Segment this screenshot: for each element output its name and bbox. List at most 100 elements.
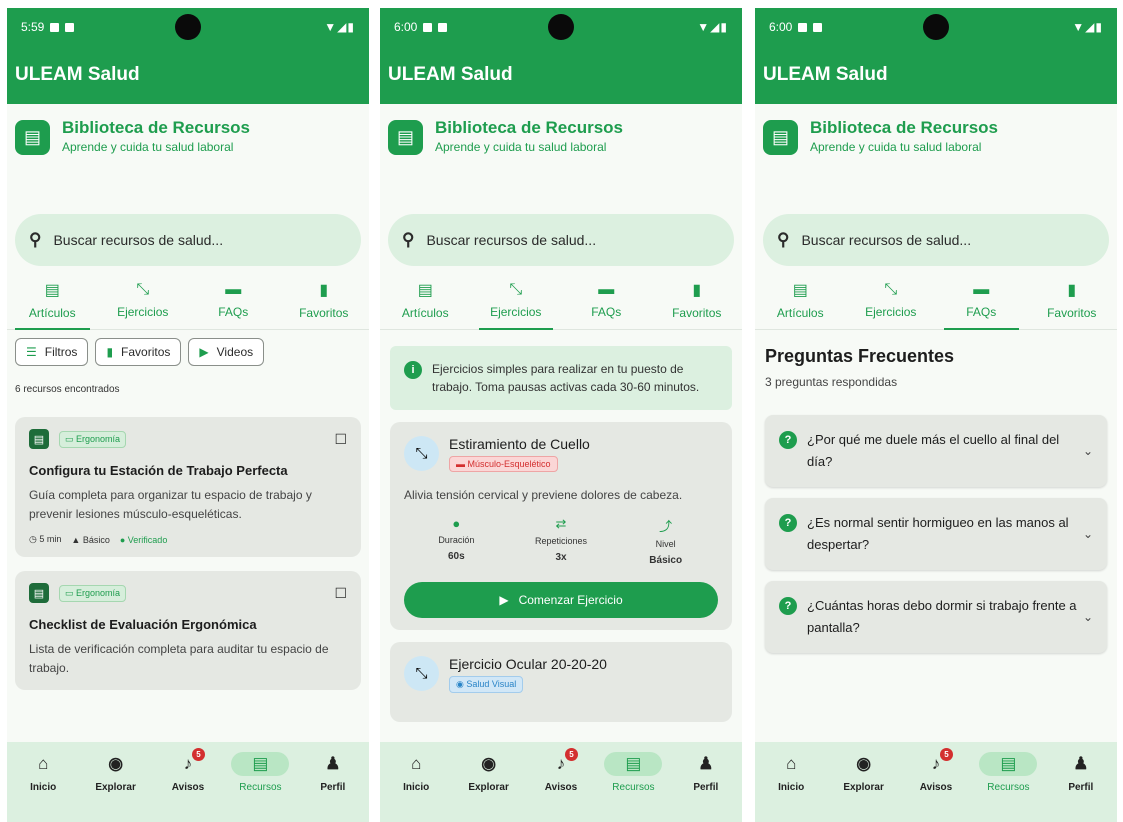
resource-tabs: ▤ Artículos ⤡ Ejercicios ▬ FAQs ▮ Favoritos [7,270,369,330]
status-time: 6:00 [394,20,418,34]
chevron-down-icon[interactable]: ⌄ [1083,444,1093,458]
nav-label: Avisos [544,782,578,793]
faq-item[interactable]: ? ¿Cuántas horas debo dormir si trabajo … [765,581,1107,653]
filter-chips: ☰ Filtros ▮ Favoritos ▶ Videos [7,330,369,366]
timer-icon: ● [452,516,461,531]
book-icon: ▤ [29,583,49,603]
bell-icon: ♪ [556,754,566,773]
exercise-card[interactable]: ⤡ Estiramiento de Cuello ▬ Músculo-Esque… [390,422,732,630]
nav-label: Inicio [778,782,805,793]
search-placeholder: Buscar recursos de salud... [53,232,224,248]
tab-label: FAQs [591,304,622,319]
search-icon: ⚲ [777,230,790,249]
stat-value: 3x [555,552,567,563]
faq-item[interactable]: ? ¿Por qué me duele más el cuello al fin… [765,415,1107,487]
article-card[interactable]: ▤ ▭ Ergonomía ☐ Configura tu Estación de… [15,417,361,557]
time-value: 5 min [39,534,62,544]
help-icon: ? [779,514,797,532]
status-bar: 5:59 ▼◢▮ [7,8,369,46]
tab-label: Artículos [776,305,824,320]
page-subtitle: Aprende y cuida tu salud laboral [435,140,607,154]
stat-repetitions: ⇄ Repeticiones 3x [509,516,614,566]
nav-avisos[interactable]: ♪ 5 Avisos [152,748,224,822]
page-subtitle: Aprende y cuida tu salud laboral [810,140,982,154]
tab-label: FAQs [218,304,249,319]
tab-favoritos[interactable]: ▮ Favoritos [1027,270,1118,329]
nav-inicio[interactable]: ⌂ Inicio [380,752,452,822]
tab-favoritos[interactable]: ▮ Favoritos [279,270,370,329]
verified-badge: ● Verificado [120,535,167,545]
notification-badge: 5 [192,748,206,761]
nav-explorar[interactable]: ◉ Explorar [79,752,151,822]
notification-badge: 5 [565,748,579,761]
exercise-title: Estiramiento de Cuello [449,436,590,452]
home-icon: ⌂ [786,754,797,773]
faq-subtitle: 3 preguntas respondidas [765,375,898,389]
nav-perfil[interactable]: ♟ Perfil [297,752,369,822]
library-header: ▤ Biblioteca de Recursos Aprende y cuida… [755,104,1117,214]
library-icon: ▤ [231,752,290,776]
search-input[interactable]: ⚲ Buscar recursos de salud... [15,214,361,266]
search-input[interactable]: ⚲ Buscar recursos de salud... [388,214,734,266]
filter-chip-filtros[interactable]: ☰ Filtros [15,338,89,366]
chevron-down-icon[interactable]: ⌄ [1083,610,1093,624]
search-input[interactable]: ⚲ Buscar recursos de salud... [763,214,1109,266]
tab-ejercicios[interactable]: ⤡ Ejercicios [471,270,562,330]
article-icon: ▤ [29,429,49,449]
info-banner: i Ejercicios simples para realizar en tu… [390,346,732,410]
reading-time: ◷ 5 min [29,534,61,545]
bookmark-icon[interactable]: ☐ [334,585,347,602]
tab-articulos[interactable]: ▤ Artículos [7,270,98,330]
nav-label: Perfil [320,782,346,793]
article-icon: ▤ [44,281,60,299]
nav-inicio[interactable]: ⌂ Inicio [755,752,827,822]
tab-articulos[interactable]: ▤ Artículos [380,270,471,329]
nav-explorar[interactable]: ◉ Explorar [827,752,899,822]
tag-label: Ergonomía [76,587,121,598]
nav-label: Recursos [987,782,1030,793]
faq-item[interactable]: ? ¿Es normal sentir hormigueo en las man… [765,498,1107,570]
camera-cutout [175,14,201,40]
tab-articulos[interactable]: ▤ Artículos [755,270,846,329]
tag-label: Músculo-Esquelético [467,459,551,469]
nav-avisos[interactable]: ♪ 5 Avisos [900,748,972,822]
nav-avisos[interactable]: ♪ 5 Avisos [525,748,597,822]
nav-label: Explorar [95,782,136,793]
tab-ejercicios[interactable]: ⤡ Ejercicios [98,270,189,329]
camera-cutout [923,14,949,40]
tab-faqs[interactable]: ▬ FAQs [936,270,1027,330]
nav-inicio[interactable]: ⌂ Inicio [7,752,79,822]
category-tag: ▭ Ergonomía [59,584,127,602]
article-card[interactable]: ▤ ▭ Ergonomía ☐ Checklist de Evaluación … [15,571,361,690]
nav-explorar[interactable]: ◉ Explorar [452,752,524,822]
tab-faqs[interactable]: ▬ FAQs [188,270,279,329]
bell-icon: ♪ [931,754,941,773]
stat-label: Nivel [655,539,676,549]
nav-recursos[interactable]: ▤ Recursos [972,752,1044,822]
stat-duration: ● Duración 60s [404,516,509,566]
check-icon: ● [119,534,126,545]
bookmark-icon[interactable]: ☐ [334,431,347,448]
tab-ejercicios[interactable]: ⤡ Ejercicios [846,270,937,329]
nav-label: Recursos [612,782,655,793]
chip-label: Favoritos [121,345,171,359]
tab-faqs[interactable]: ▬ FAQs [561,270,652,329]
stretch-icon: ⤡ [404,656,439,691]
filter-chip-videos[interactable]: ▶ Videos [188,338,265,366]
chevron-down-icon[interactable]: ⌄ [1083,527,1093,541]
info-icon: i [404,361,422,379]
stretch-icon: ⤡ [136,280,150,298]
library-icon: ▤ [979,752,1038,776]
tab-favoritos[interactable]: ▮ Favoritos [652,270,743,329]
stat-label: Duración [438,535,475,545]
page-subtitle: Aprende y cuida tu salud laboral [62,140,234,154]
exercise-card[interactable]: ⤡ Ejercicio Ocular 20-20-20 ◉ Salud Visu… [390,642,732,722]
article-title: Checklist de Evaluación Ergonómica [29,617,257,632]
start-exercise-button[interactable]: ▶ Comenzar Ejercicio [404,582,718,618]
filter-chip-favoritos[interactable]: ▮ Favoritos [95,338,182,366]
nav-recursos[interactable]: ▤ Recursos [597,752,669,822]
resource-tabs: ▤ Artículos ⤡ Ejercicios ▬ FAQs ▮ Favoritos [755,270,1117,330]
nav-perfil[interactable]: ♟ Perfil [670,752,742,822]
nav-recursos[interactable]: ▤ Recursos [224,752,296,822]
nav-perfil[interactable]: ♟ Perfil [1045,752,1117,822]
